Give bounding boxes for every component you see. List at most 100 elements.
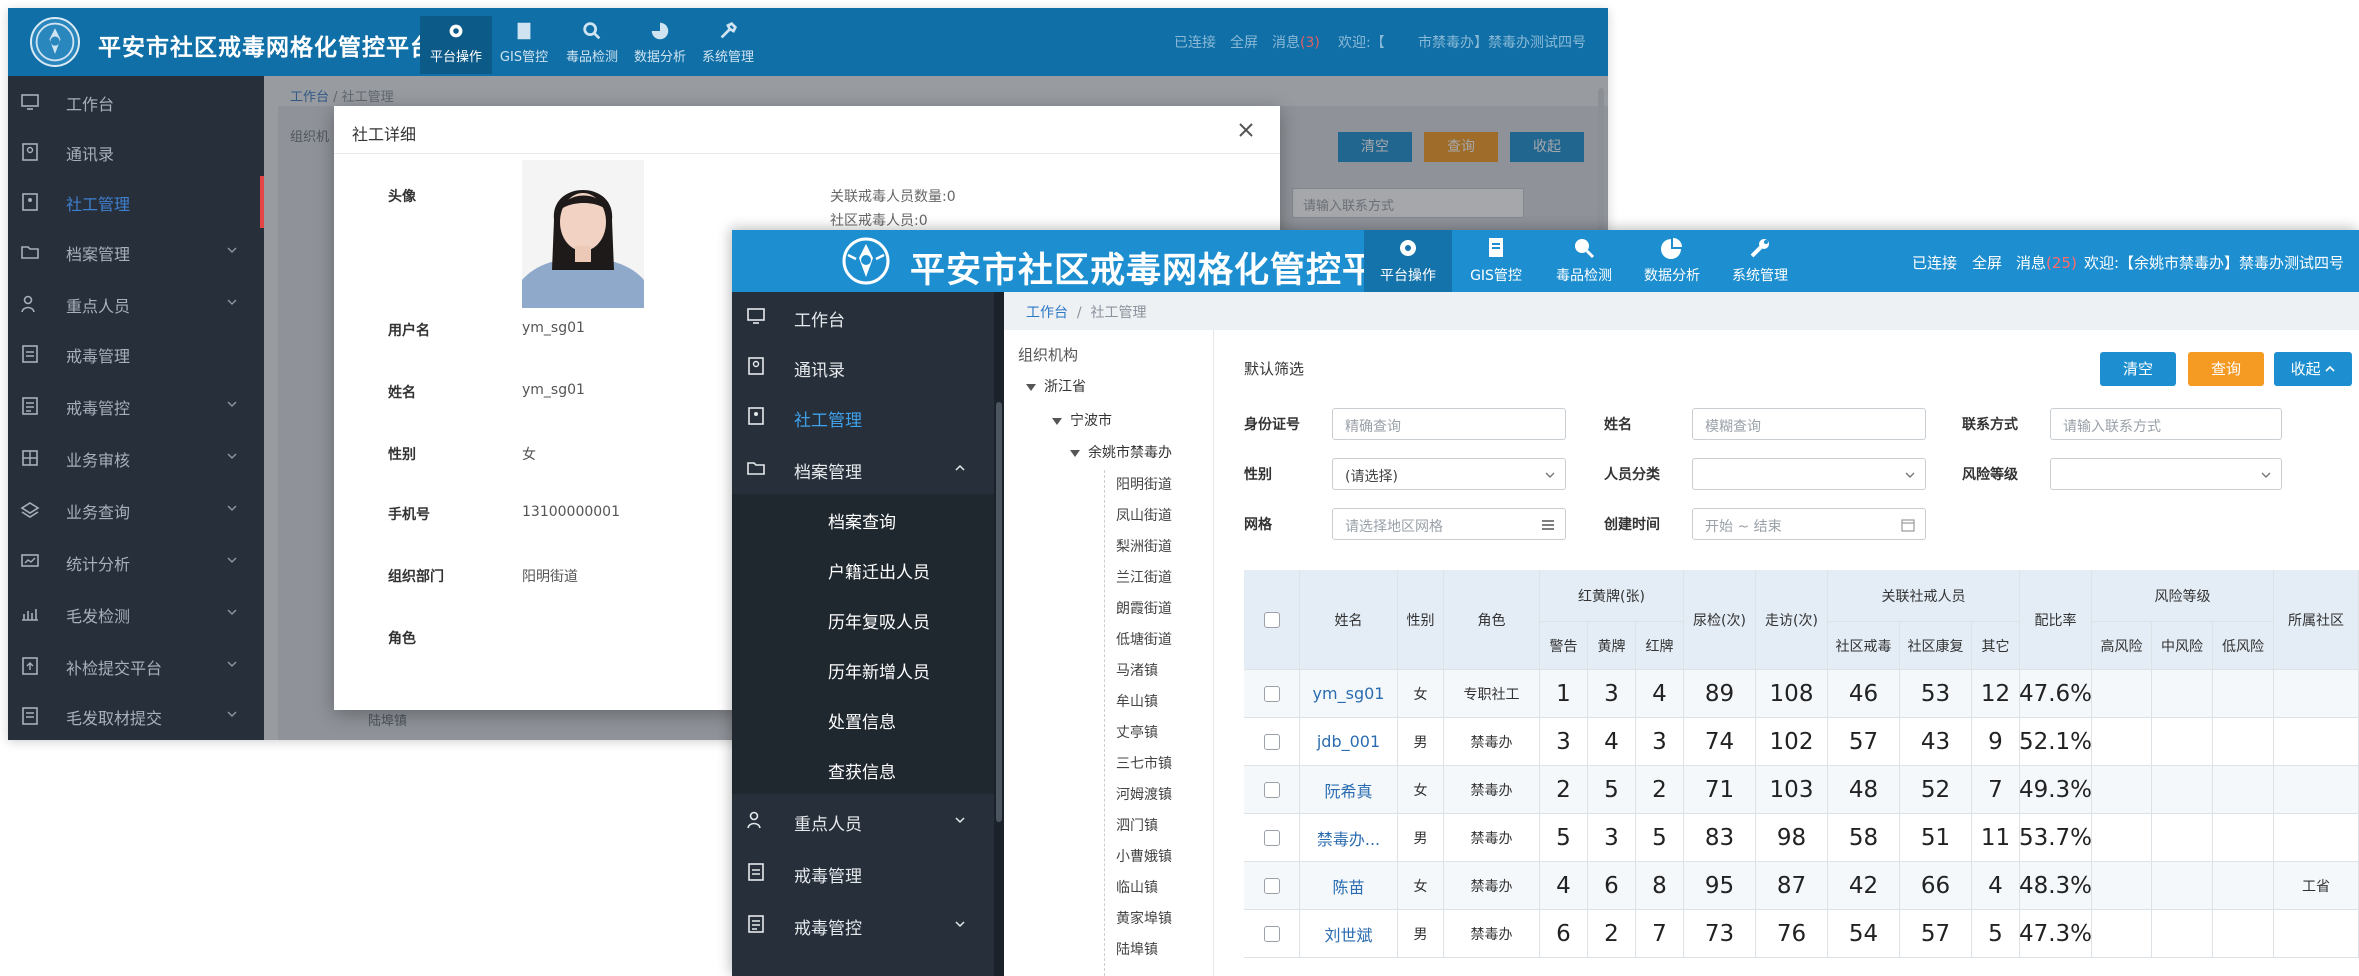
nav-system-admin[interactable]: 系统管理 <box>692 16 764 74</box>
worker-name-link[interactable]: 阮希真 <box>1324 778 1372 802</box>
row-checkbox[interactable] <box>1263 685 1280 702</box>
worker-name-link[interactable]: 禁毒办... <box>1317 826 1380 850</box>
tree-leaf[interactable]: 泗门镇 <box>1116 815 1158 835</box>
nav-drug-test[interactable]: 毒品检测 <box>556 16 628 74</box>
nav-drug-test[interactable]: 毒品检测 <box>1540 230 1628 292</box>
tree-node-zhejiang[interactable]: 浙江省 <box>1026 376 1086 396</box>
tree-leaf[interactable]: 凤山街道 <box>1116 505 1172 525</box>
query-button[interactable]: 查询 <box>2188 352 2264 386</box>
sidebar-subitem-disposal[interactable]: 处置信息 <box>732 694 994 744</box>
nav-platform-ops[interactable]: 平台操作 <box>1364 230 1452 292</box>
tree-node-yuyao[interactable]: 余姚市禁毒办 <box>1070 442 1172 462</box>
sidebar-item-social-workers[interactable]: 社工管理 <box>8 176 264 228</box>
header-visit[interactable]: 走访(次) <box>1756 570 1828 670</box>
clear-button[interactable]: 清空 <box>2100 352 2176 386</box>
header-select-all[interactable] <box>1244 570 1300 670</box>
scrollbar-thumb[interactable] <box>996 402 1002 822</box>
header-yellow[interactable]: 黄牌 <box>1588 622 1636 670</box>
tree-leaf[interactable]: 马渚镇 <box>1116 660 1158 680</box>
sidebar-item-archives[interactable]: 档案管理 <box>732 444 1004 494</box>
sidebar-item-social-workers[interactable]: 社工管理 <box>732 392 1004 442</box>
sidebar-item-hair-test[interactable]: 毛发检测 <box>8 588 264 640</box>
worker-name-link[interactable]: ym_sg01 <box>1313 684 1385 703</box>
row-checkbox[interactable] <box>1263 829 1280 846</box>
tree-node-ningbo[interactable]: 宁波市 <box>1052 410 1112 430</box>
name-input[interactable]: 模糊查询 <box>1692 408 1926 440</box>
created-date-range[interactable]: 开始 ~ 结束 <box>1692 508 1926 540</box>
row-checkbox[interactable] <box>1263 733 1280 750</box>
tree-leaf[interactable]: 小曹娥镇 <box>1116 846 1172 866</box>
sidebar-item-rehab-control[interactable]: 戒毒管控 <box>732 900 1004 950</box>
sidebar-subitem-seizure[interactable]: 查获信息 <box>732 744 994 794</box>
sidebar-item-rehab-mgmt[interactable]: 戒毒管理 <box>732 848 1004 898</box>
header-warn[interactable]: 警告 <box>1540 622 1588 670</box>
header-rehab[interactable]: 社区康复 <box>1900 622 1972 670</box>
header-community[interactable]: 社区戒毒 <box>1828 622 1900 670</box>
row-checkbox[interactable] <box>1263 877 1280 894</box>
close-icon[interactable] <box>1234 118 1258 142</box>
contact-input[interactable]: 请输入联系方式 <box>2050 408 2282 440</box>
sidebar-item-retest-submit[interactable]: 补检提交平台 <box>8 640 264 692</box>
sidebar-item-contacts[interactable]: 通讯录 <box>732 342 1004 392</box>
worker-name-link[interactable]: jdb_001 <box>1317 732 1380 751</box>
nav-gis[interactable]: GIS管控 <box>1452 230 1540 292</box>
tree-leaf[interactable]: 临山镇 <box>1116 877 1158 897</box>
sidebar-item-archives[interactable]: 档案管理 <box>8 226 264 278</box>
sidebar-item-business-query[interactable]: 业务查询 <box>8 484 264 536</box>
sidebar-subitem-relapse[interactable]: 历年复吸人员 <box>732 594 994 644</box>
header-red[interactable]: 红牌 <box>1636 622 1684 670</box>
tree-leaf[interactable]: 陆埠镇 <box>1116 939 1158 959</box>
sidebar-subitem-archive-query[interactable]: 档案查询 <box>732 494 994 544</box>
messages-link[interactable]: 消息(25) <box>2016 252 2077 273</box>
tree-leaf[interactable]: 梨洲街道 <box>1116 536 1172 556</box>
tree-leaf[interactable]: 朗霞街道 <box>1116 598 1172 618</box>
header-high-risk[interactable]: 高风险 <box>2092 622 2152 670</box>
sidebar-subitem-moved-out[interactable]: 户籍迁出人员 <box>732 544 994 594</box>
worker-name-link[interactable]: 刘世斌 <box>1324 922 1372 946</box>
tree-leaf[interactable]: 黄家埠镇 <box>1116 908 1172 928</box>
header-urine[interactable]: 尿检(次) <box>1684 570 1756 670</box>
header-community-col[interactable]: 所属社区 <box>2274 570 2359 670</box>
category-select[interactable] <box>1692 458 1926 490</box>
checkbox[interactable] <box>1263 611 1280 628</box>
sidebar-subitem-new-persons[interactable]: 历年新增人员 <box>732 644 994 694</box>
nav-system-admin[interactable]: 系统管理 <box>1716 230 1804 292</box>
sidebar-item-statistics[interactable]: 统计分析 <box>8 536 264 588</box>
sidebar-item-business-review[interactable]: 业务审核 <box>8 432 264 484</box>
sidebar-scrollbar[interactable] <box>994 292 1004 976</box>
header-other[interactable]: 其它 <box>1972 622 2020 670</box>
tree-leaf[interactable]: 低塘街道 <box>1116 629 1172 649</box>
id-input[interactable]: 精确查询 <box>1332 408 1566 440</box>
header-low-risk[interactable]: 低风险 <box>2213 622 2274 670</box>
row-checkbox[interactable] <box>1263 781 1280 798</box>
grid-select[interactable]: 请选择地区网格 <box>1332 508 1566 540</box>
fullscreen-link[interactable]: 全屏 <box>1230 32 1258 52</box>
nav-data-analysis[interactable]: 数据分析 <box>624 16 696 74</box>
nav-platform-ops[interactable]: 平台操作 <box>420 16 492 74</box>
tree-leaf[interactable]: 丈亭镇 <box>1116 722 1158 742</box>
row-checkbox[interactable] <box>1263 925 1280 942</box>
header-mid-risk[interactable]: 中风险 <box>2152 622 2213 670</box>
sidebar-item-key-persons[interactable]: 重点人员 <box>8 278 264 330</box>
fullscreen-link[interactable]: 全屏 <box>1972 252 2002 273</box>
sidebar-item-hair-sample-submit[interactable]: 毛发取材提交 <box>8 690 264 740</box>
nav-gis[interactable]: GIS管控 <box>488 16 560 74</box>
tree-leaf[interactable]: 河姆渡镇 <box>1116 784 1172 804</box>
header-name[interactable]: 姓名 <box>1300 570 1398 670</box>
tree-leaf[interactable]: 阳明街道 <box>1116 474 1172 494</box>
header-match-rate[interactable]: 配比率 <box>2020 570 2092 670</box>
sidebar-item-key-persons[interactable]: 重点人员 <box>732 796 1004 846</box>
tree-leaf[interactable]: 牟山镇 <box>1116 691 1158 711</box>
nav-data-analysis[interactable]: 数据分析 <box>1628 230 1716 292</box>
risk-select[interactable] <box>2050 458 2282 490</box>
sidebar-item-workbench[interactable]: 工作台 <box>8 76 264 128</box>
messages-link[interactable]: 消息(3) <box>1272 32 1320 52</box>
sidebar-item-contacts[interactable]: 通讯录 <box>8 126 264 178</box>
gender-select[interactable]: (请选择) <box>1332 458 1566 490</box>
sidebar-item-workbench[interactable]: 工作台 <box>732 292 1004 342</box>
tree-leaf[interactable]: 三七市镇 <box>1116 753 1172 773</box>
worker-name-link[interactable]: 陈苗 <box>1332 874 1364 898</box>
breadcrumb-home[interactable]: 工作台 <box>1026 305 1068 321</box>
header-gender[interactable]: 性别 <box>1398 570 1444 670</box>
header-role[interactable]: 角色 <box>1444 570 1540 670</box>
